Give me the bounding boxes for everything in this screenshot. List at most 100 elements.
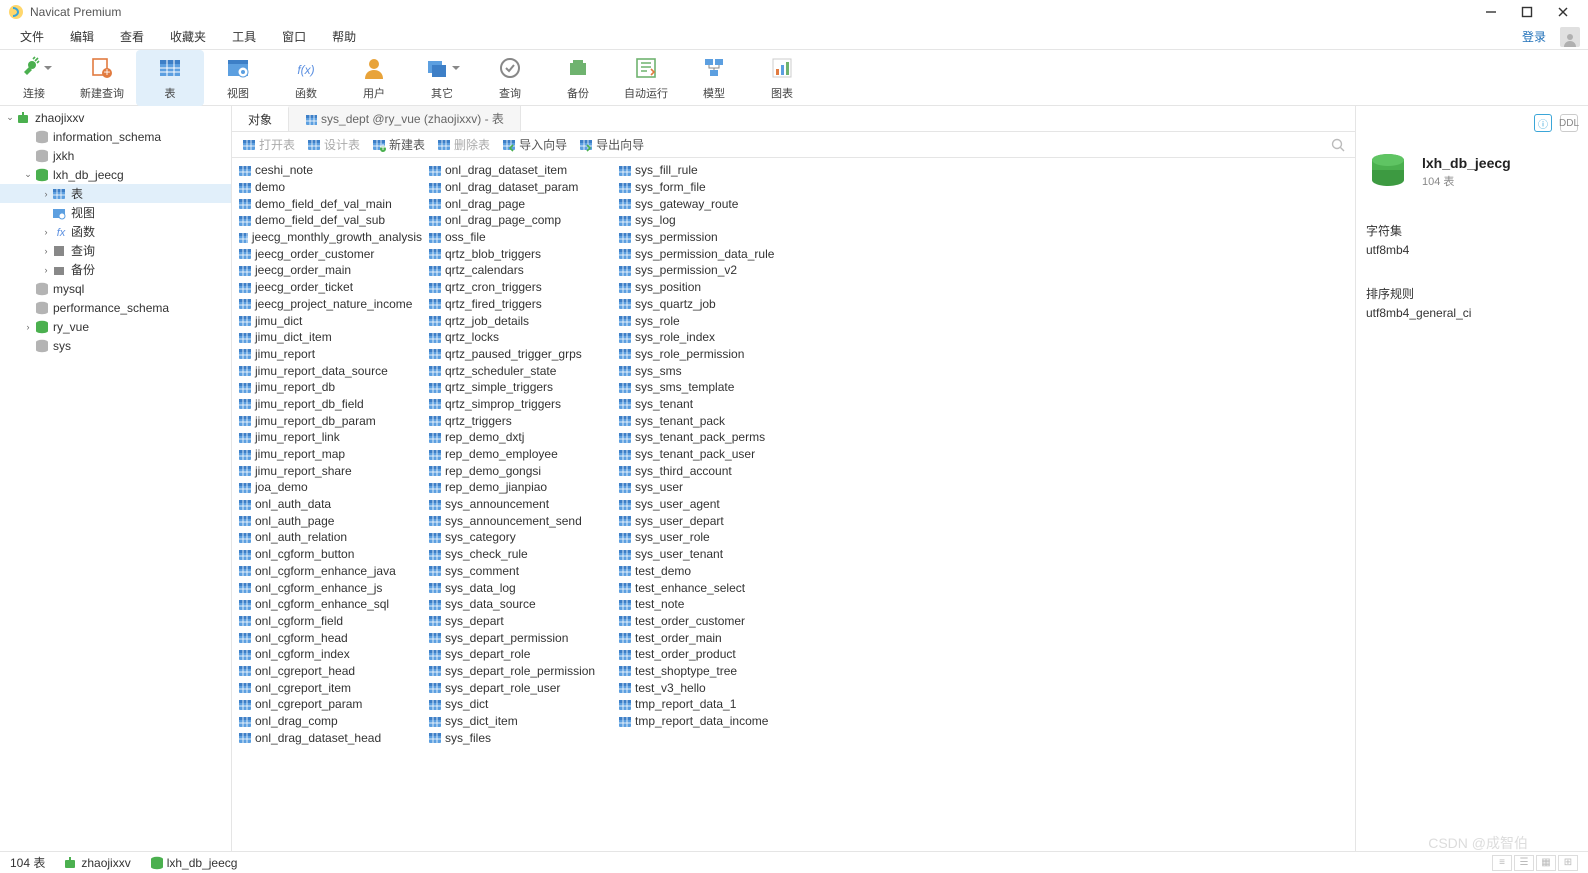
search-icon[interactable] (1331, 138, 1345, 152)
table-row[interactable]: jeecg_monthly_growth_analysis (232, 229, 422, 246)
table-row[interactable]: jimu_report_share (232, 462, 422, 479)
table-row[interactable]: sys_dict (422, 696, 612, 713)
table-row[interactable]: sys_third_account (612, 462, 802, 479)
table-row[interactable]: sys_check_rule (422, 546, 612, 563)
table-row[interactable]: qrtz_cron_triggers (422, 279, 612, 296)
table-row[interactable]: test_shoptype_tree (612, 663, 802, 680)
table-row[interactable]: qrtz_locks (422, 329, 612, 346)
table-row[interactable]: qrtz_calendars (422, 262, 612, 279)
tree-db-mysql[interactable]: mysql (0, 279, 231, 298)
table-row[interactable]: qrtz_paused_trigger_grps (422, 346, 612, 363)
table-row[interactable]: sys_depart (422, 613, 612, 630)
table-row[interactable]: onl_auth_data (232, 496, 422, 513)
table-row[interactable]: rep_demo_jianpiao (422, 479, 612, 496)
tab-sys-dept[interactable]: sys_dept @ry_vue (zhaojixxv) - 表 (289, 106, 521, 131)
window-close-button[interactable] (1554, 3, 1572, 21)
view-list-button[interactable]: ≡ (1492, 855, 1512, 871)
window-minimize-button[interactable] (1482, 3, 1500, 21)
tree-conn-zhaojixxv[interactable]: ⌄zhaojixxv (0, 108, 231, 127)
table-row[interactable]: qrtz_fired_triggers (422, 296, 612, 313)
table-row[interactable]: onl_cgreport_param (232, 696, 422, 713)
tree-db-lxh_db_jeecg[interactable]: ⌄lxh_db_jeecg (0, 165, 231, 184)
table-row[interactable]: sys_data_source (422, 596, 612, 613)
table-row[interactable]: sys_log (612, 212, 802, 229)
table-row[interactable]: sys_quartz_job (612, 296, 802, 313)
toolbar-table-button[interactable]: 表 (136, 50, 204, 106)
table-row[interactable]: onl_drag_dataset_item (422, 162, 612, 179)
table-row[interactable]: sys_dict_item (422, 713, 612, 730)
info-badge-icon[interactable]: ⓘ (1534, 114, 1552, 132)
table-row[interactable]: sys_tenant_pack (612, 412, 802, 429)
tree-view-视图[interactable]: 视图 (0, 203, 231, 222)
tree-db-sys[interactable]: sys (0, 336, 231, 355)
table-row[interactable]: rep_demo_dxtj (422, 429, 612, 446)
table-row[interactable]: qrtz_scheduler_state (422, 362, 612, 379)
table-row[interactable]: qrtz_triggers (422, 412, 612, 429)
table-row[interactable]: sys_user_depart (612, 512, 802, 529)
table-row[interactable]: jimu_dict_item (232, 329, 422, 346)
toolbar-new-query-button[interactable]: +新建查询 (68, 50, 136, 106)
menu-帮助[interactable]: 帮助 (320, 25, 368, 49)
table-row[interactable]: jimu_report_db_param (232, 412, 422, 429)
tree-query-查询[interactable]: ›查询 (0, 241, 231, 260)
toolbar-query-button[interactable]: 查询 (476, 50, 544, 106)
table-row[interactable]: onl_drag_page_comp (422, 212, 612, 229)
table-row[interactable]: sys_data_log (422, 579, 612, 596)
table-row[interactable]: jeecg_order_customer (232, 245, 422, 262)
table-row[interactable]: jeecg_order_ticket (232, 279, 422, 296)
table-row[interactable]: qrtz_simprop_triggers (422, 396, 612, 413)
table-row[interactable]: sys_announcement (422, 496, 612, 513)
tree-table-表[interactable]: ›表 (0, 184, 231, 203)
menu-文件[interactable]: 文件 (8, 25, 56, 49)
table-row[interactable]: onl_drag_dataset_head (232, 729, 422, 746)
table-row[interactable]: onl_cgform_enhance_java (232, 563, 422, 580)
table-row[interactable]: onl_cgreport_head (232, 663, 422, 680)
table-row[interactable]: jimu_dict (232, 312, 422, 329)
table-row[interactable]: test_demo (612, 563, 802, 580)
menu-查看[interactable]: 查看 (108, 25, 156, 49)
table-row[interactable]: sys_sms_template (612, 379, 802, 396)
table-row[interactable]: sys_gateway_route (612, 195, 802, 212)
table-row[interactable]: tmp_report_data_income (612, 713, 802, 730)
table-row[interactable]: onl_drag_page (422, 195, 612, 212)
tree-db-information_schema[interactable]: information_schema (0, 127, 231, 146)
table-row[interactable]: test_note (612, 596, 802, 613)
table-row[interactable]: sys_permission (612, 229, 802, 246)
table-row[interactable]: onl_cgform_head (232, 629, 422, 646)
table-row[interactable]: test_enhance_select (612, 579, 802, 596)
table-row[interactable]: test_order_customer (612, 613, 802, 630)
table-row[interactable]: onl_cgform_field (232, 613, 422, 630)
table-row[interactable]: onl_auth_page (232, 512, 422, 529)
toolbar-connection-button[interactable]: 连接 (0, 50, 68, 106)
table-row[interactable]: tmp_report_data_1 (612, 696, 802, 713)
table-row[interactable]: sys_depart_role_permission (422, 663, 612, 680)
table-row[interactable]: test_v3_hello (612, 679, 802, 696)
view-grid-button[interactable]: ▦ (1536, 855, 1556, 871)
tab-objects[interactable]: 对象 (232, 106, 289, 131)
login-link[interactable]: 登录 (1516, 28, 1552, 45)
menu-编辑[interactable]: 编辑 (58, 25, 106, 49)
table-row[interactable]: qrtz_simple_triggers (422, 379, 612, 396)
user-avatar-icon[interactable] (1560, 27, 1580, 47)
table-row[interactable]: joa_demo (232, 479, 422, 496)
delete-table-button[interactable]: 删除表 (437, 136, 490, 153)
view-detail-button[interactable]: ☰ (1514, 855, 1534, 871)
table-row[interactable]: onl_cgform_enhance_sql (232, 596, 422, 613)
menu-收藏夹[interactable]: 收藏夹 (158, 25, 218, 49)
table-row[interactable]: sys_user_role (612, 529, 802, 546)
table-row[interactable]: demo_field_def_val_sub (232, 212, 422, 229)
toolbar-backup-button[interactable]: 备份 (544, 50, 612, 106)
toolbar-model-button[interactable]: 模型 (680, 50, 748, 106)
table-row[interactable]: oss_file (422, 229, 612, 246)
toolbar-other-button[interactable]: 其它 (408, 50, 476, 106)
table-row[interactable]: rep_demo_employee (422, 446, 612, 463)
table-row[interactable]: onl_auth_relation (232, 529, 422, 546)
table-row[interactable]: onl_cgform_index (232, 646, 422, 663)
table-row[interactable]: qrtz_job_details (422, 312, 612, 329)
table-row[interactable]: sys_fill_rule (612, 162, 802, 179)
table-row[interactable]: sys_position (612, 279, 802, 296)
table-row[interactable]: sys_user (612, 479, 802, 496)
tree-db-ry_vue[interactable]: ›ry_vue (0, 317, 231, 336)
table-row[interactable]: sys_sms (612, 362, 802, 379)
open-table-button[interactable]: 打开表 (242, 136, 295, 153)
